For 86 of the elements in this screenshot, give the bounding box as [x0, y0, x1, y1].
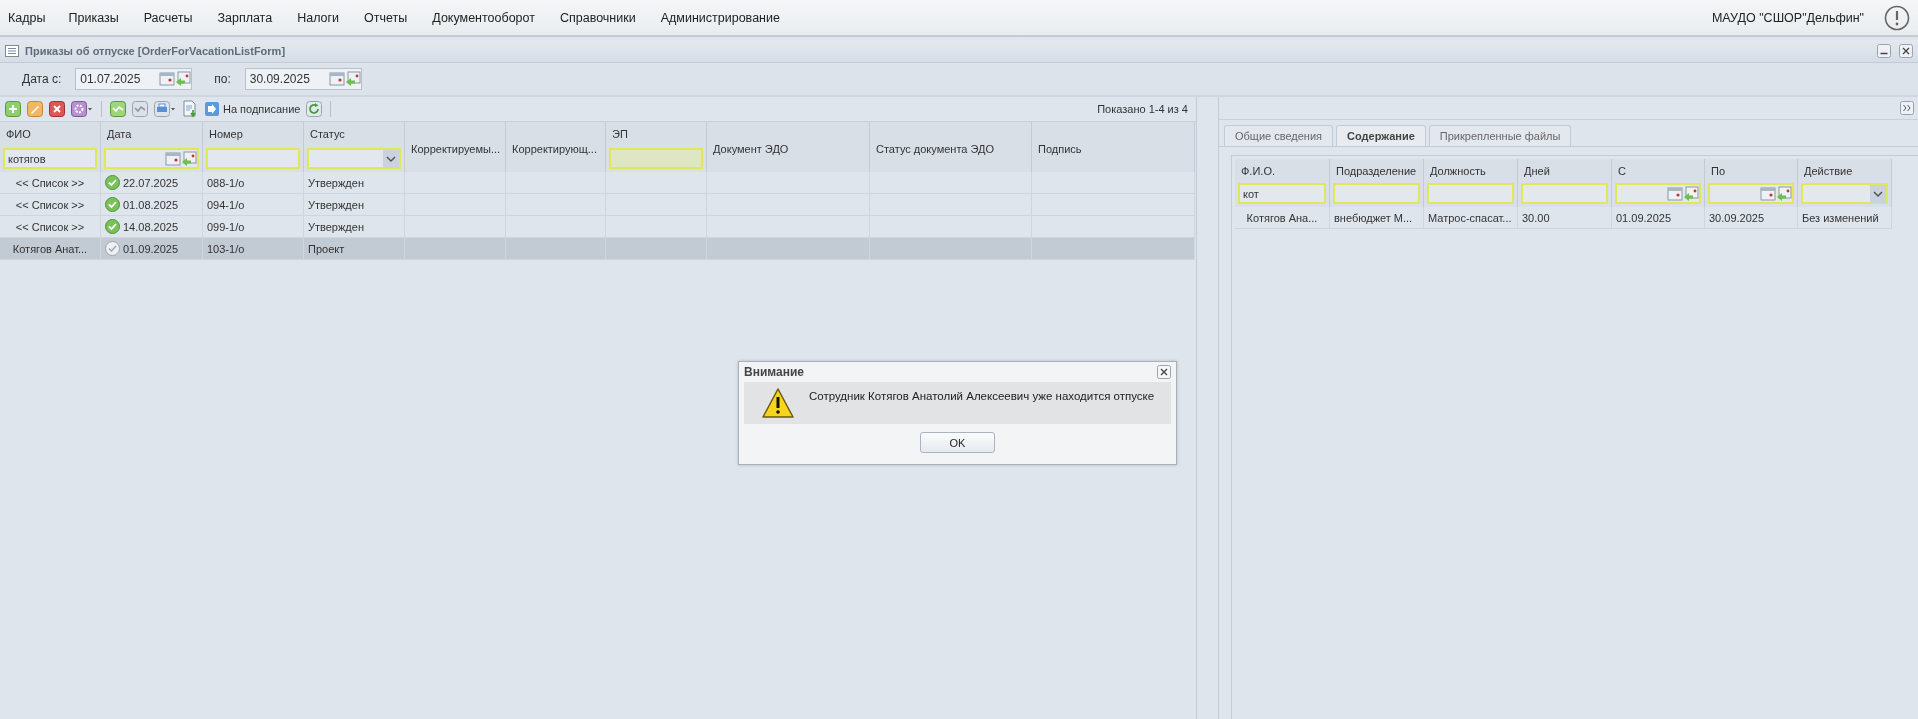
filter-field[interactable]	[1333, 183, 1420, 204]
table-cell: Утвержден	[308, 176, 364, 189]
alert-icon[interactable]	[1884, 4, 1910, 31]
list-icon	[5, 45, 19, 57]
table-cell: 094-1/о	[207, 198, 245, 211]
table-cell: Утвержден	[308, 220, 364, 233]
table-cell: Утвержден	[308, 198, 364, 211]
dialog-title: Внимание	[744, 365, 804, 379]
table-cell: << Список >>	[15, 220, 85, 233]
filter-field[interactable]: кот	[1238, 183, 1326, 204]
filter-field[interactable]	[206, 148, 300, 169]
menu-item[interactable]: Зарплата	[208, 10, 282, 25]
window-title: Приказы об отпуске [OrderForVacationListForm]	[25, 45, 286, 57]
table-cell: Котягов Ана...	[1246, 211, 1318, 224]
table-cell: << Список >>	[15, 176, 85, 189]
calendar-icon[interactable]	[1667, 185, 1683, 202]
table-row[interactable]: Котягов Ана... внебюджет М... Матрос-спасат... 30.00 01.09.2025 30.09.2025 Без изменений	[1235, 207, 1892, 229]
table-cell: 088-1/о	[207, 176, 245, 189]
date-filter-field[interactable]	[1708, 183, 1794, 204]
date-from-label: Дата с:	[22, 72, 62, 86]
menu-item[interactable]: Расчеты	[134, 10, 202, 25]
table-cell: Без изменений	[1802, 211, 1879, 224]
delete-icon[interactable]	[49, 101, 65, 117]
minimize-icon[interactable]	[1877, 44, 1891, 58]
menu-item[interactable]: Отчеты	[355, 10, 417, 25]
table-cell: 01.09.2025	[1616, 211, 1672, 224]
calendar-icon[interactable]	[159, 71, 176, 87]
tab[interactable]: Содержание	[1336, 125, 1426, 146]
close-icon[interactable]	[1157, 365, 1171, 379]
table-row[interactable]: Котягов Анат... 01.09.2025 103-1/о Проект	[0, 238, 1195, 260]
table-cell: 103-1/о	[207, 242, 245, 255]
warning-icon	[761, 387, 795, 419]
edit-icon[interactable]	[27, 101, 43, 117]
column-header[interactable]: Ф.И.О.	[1238, 165, 1326, 177]
menu-item[interactable]: Кадры	[0, 10, 55, 25]
filter-field[interactable]	[1427, 183, 1514, 204]
menu-item[interactable]: Администрирование	[651, 10, 789, 25]
date-to-label: по:	[214, 72, 231, 86]
add-icon[interactable]	[5, 101, 21, 117]
tab[interactable]: Общие сведения	[1224, 125, 1334, 146]
dialog-message: Сотрудник Котягов Анатолий Алексеевич уже находится отпуске	[809, 390, 1155, 402]
menu-item[interactable]: Приказы	[59, 10, 128, 25]
table-cell: Матрос-спасат...	[1428, 211, 1512, 224]
calendar-icon[interactable]	[165, 150, 181, 167]
filter-field[interactable]	[609, 148, 703, 169]
dropdown-icon[interactable]	[1870, 184, 1886, 203]
settings-icon[interactable]	[71, 101, 93, 117]
table-cell: 22.07.2025	[123, 176, 179, 189]
ok-button[interactable]: OK	[920, 432, 995, 453]
menu-item[interactable]: Документооборот	[423, 10, 544, 25]
close-icon[interactable]	[1899, 44, 1913, 58]
table-cell: 099-1/о	[207, 220, 245, 233]
calendar-icon[interactable]	[328, 71, 345, 87]
table-cell: 01.08.2025	[123, 198, 179, 211]
table-cell: Котягов Анат...	[12, 242, 88, 255]
filter-field[interactable]	[1521, 183, 1608, 204]
print-icon[interactable]	[154, 101, 176, 117]
organization-name: МАУДО "СШОР"Дельфин"	[1711, 10, 1864, 25]
menu-item[interactable]: Справочники	[551, 10, 645, 25]
table-cell: 30.09.2025	[1709, 211, 1765, 224]
table-cell: << Список >>	[15, 198, 85, 211]
tab[interactable]: Прикрепленные файлы	[1428, 125, 1572, 146]
date-from-field[interactable]: 01.07.2025	[75, 68, 193, 90]
table-cell: 14.08.2025	[123, 220, 179, 233]
clear-arrow-icon[interactable]	[181, 150, 197, 167]
calendar-icon[interactable]	[1760, 185, 1776, 202]
table-row[interactable]: << Список >> 14.08.2025 099-1/о Утвержден	[0, 216, 1195, 238]
sign-button[interactable]: На подписание	[204, 101, 301, 117]
table-cell: внебюджет М...	[1334, 211, 1413, 224]
clear-arrow-icon[interactable]	[1683, 185, 1699, 202]
filter-field[interactable]: котягов	[3, 148, 97, 169]
date-filter-field[interactable]	[1615, 183, 1701, 204]
clear-arrow-icon[interactable]	[1776, 185, 1792, 202]
dropdown-icon[interactable]	[383, 149, 399, 168]
date-filter-field[interactable]	[104, 148, 199, 169]
paging-info: Показано 1-4 из 4	[1097, 103, 1188, 115]
expand-icon[interactable]	[1900, 101, 1914, 115]
refresh-icon[interactable]	[306, 101, 323, 117]
table-cell: 01.09.2025	[123, 242, 179, 255]
table-row[interactable]: << Список >> 01.08.2025 094-1/о Утвержден	[0, 194, 1195, 216]
column-header[interactable]: ФИО	[3, 128, 97, 140]
table-cell: Проект	[308, 242, 345, 255]
table-cell: 30.00	[1522, 211, 1550, 224]
menu-item[interactable]: Налоги	[288, 10, 349, 25]
table-row[interactable]: << Список >> 22.07.2025 088-1/о Утвержден	[0, 172, 1195, 194]
date-to-field[interactable]: 30.09.2025	[244, 68, 362, 90]
